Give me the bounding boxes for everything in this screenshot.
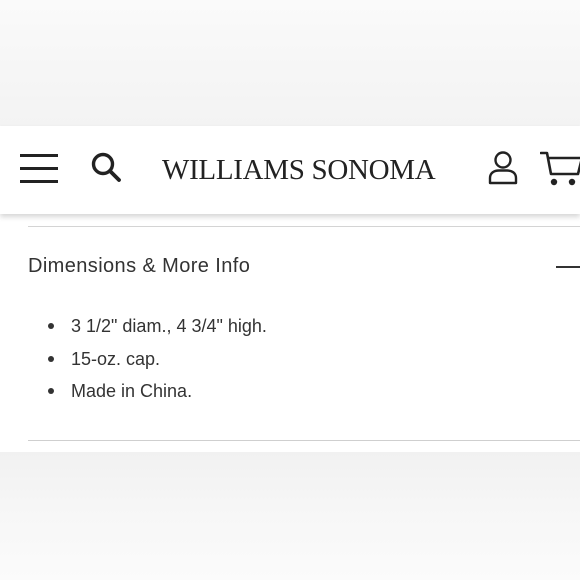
- account-button[interactable]: [486, 150, 520, 186]
- cart-button[interactable]: [539, 150, 580, 188]
- bullet-icon: [48, 355, 54, 362]
- bullet-icon: [48, 388, 54, 394]
- site-header: WILLIAMS SONOMA: [0, 126, 580, 214]
- product-info-panel: Dimensions & More Info 3 1/2" diam., 4 3…: [0, 214, 580, 452]
- account-icon: [488, 151, 518, 185]
- search-icon: [91, 152, 121, 182]
- list-item-text: Made in China.: [71, 381, 193, 401]
- backdrop-top: [0, 0, 580, 126]
- list-item-text: 15-oz. cap.: [71, 348, 161, 369]
- list-item: 15-oz. cap.: [48, 343, 267, 376]
- section-title[interactable]: Dimensions & More Info: [28, 254, 250, 278]
- section-divider-bottom: [28, 440, 580, 441]
- list-item: 3 1/2" diam., 4 3/4" high.: [48, 310, 267, 343]
- list-item: Made in China.: [48, 375, 267, 408]
- search-button[interactable]: [90, 151, 124, 185]
- dimensions-list: 3 1/2" diam., 4 3/4" high. 15-oz. cap. M…: [48, 310, 267, 408]
- list-item-text: 3 1/2" diam., 4 3/4" high.: [71, 316, 267, 336]
- menu-button[interactable]: [20, 151, 58, 185]
- minus-icon: [556, 266, 580, 268]
- cart-icon: [539, 151, 580, 186]
- section-divider-top: [28, 226, 580, 227]
- backdrop-bottom: [0, 452, 580, 580]
- brand-logo[interactable]: WILLIAMS SONOMA: [162, 154, 436, 186]
- bullet-icon: [48, 323, 54, 329]
- collapse-toggle[interactable]: [556, 256, 580, 278]
- hamburger-menu-icon: [20, 154, 58, 183]
